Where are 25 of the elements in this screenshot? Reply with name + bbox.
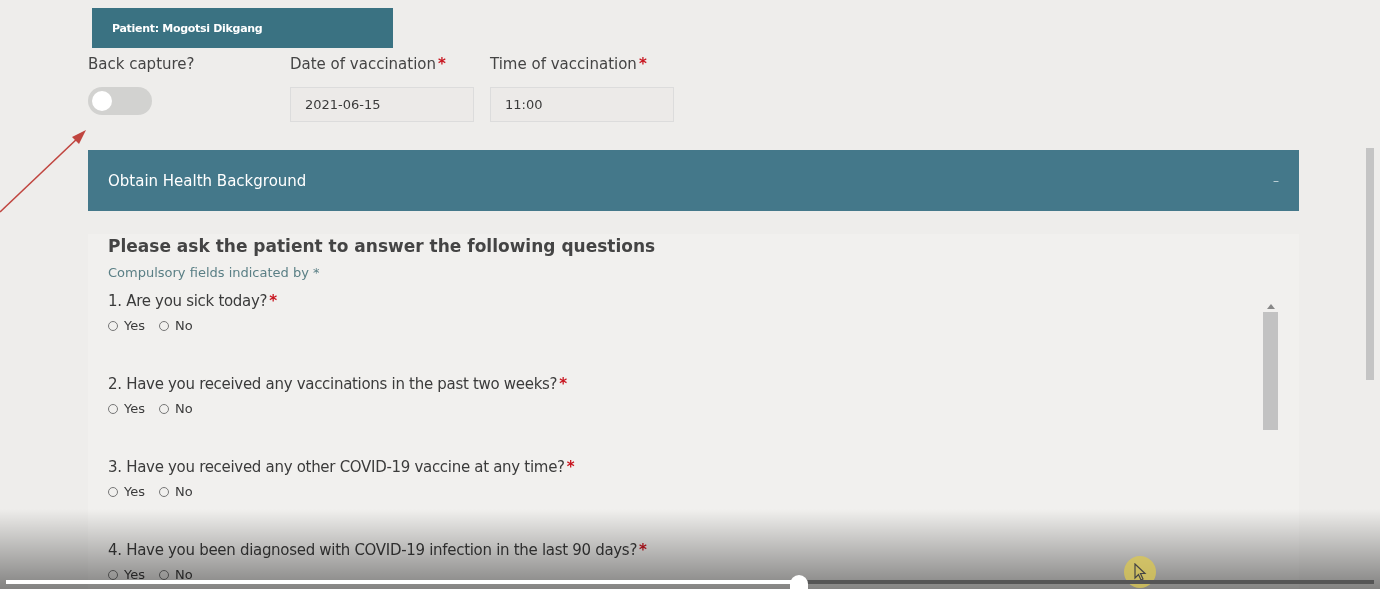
panel-header[interactable]: Obtain Health Background – <box>88 150 1299 211</box>
input-field[interactable]: 11:00 <box>490 87 674 122</box>
video-progress-bar[interactable] <box>6 580 1374 584</box>
radio-option[interactable]: No <box>159 401 193 416</box>
radio-option[interactable]: No <box>159 567 193 582</box>
section-heading: Please ask the patient to answer the following questions <box>108 236 657 256</box>
field-label: Back capture? <box>88 55 196 73</box>
page-scrollbar[interactable] <box>1366 148 1374 380</box>
input-field[interactable]: 2021-06-15 <box>290 87 474 122</box>
radio-option[interactable]: No <box>159 484 193 499</box>
back-capture-toggle[interactable] <box>88 87 152 115</box>
question-text: 3. Have you received any other COVID-19 vaccine at any time?* <box>108 458 575 476</box>
radio-option[interactable]: Yes <box>108 484 145 499</box>
radio-option[interactable]: No <box>159 318 193 333</box>
radio-option[interactable]: Yes <box>108 401 145 416</box>
panel-title: Obtain Health Background <box>108 171 307 190</box>
field-label: Time of vaccination* <box>490 55 648 73</box>
radio-option[interactable]: Yes <box>108 318 145 333</box>
question-text: 4. Have you been diagnosed with COVID-19 infection in the last 90 days?* <box>108 541 647 559</box>
radio-option[interactable]: Yes <box>108 567 145 582</box>
note-text: Compulsory fields indicated by * <box>108 265 321 280</box>
question-text: 2. Have you received any vaccinations in the past two weeks?* <box>108 375 567 393</box>
scroll-up-arrow-icon[interactable] <box>1266 304 1275 309</box>
question-text: 1. Are you sick today?* <box>108 292 277 310</box>
field-label: Date of vaccination* <box>290 55 447 73</box>
